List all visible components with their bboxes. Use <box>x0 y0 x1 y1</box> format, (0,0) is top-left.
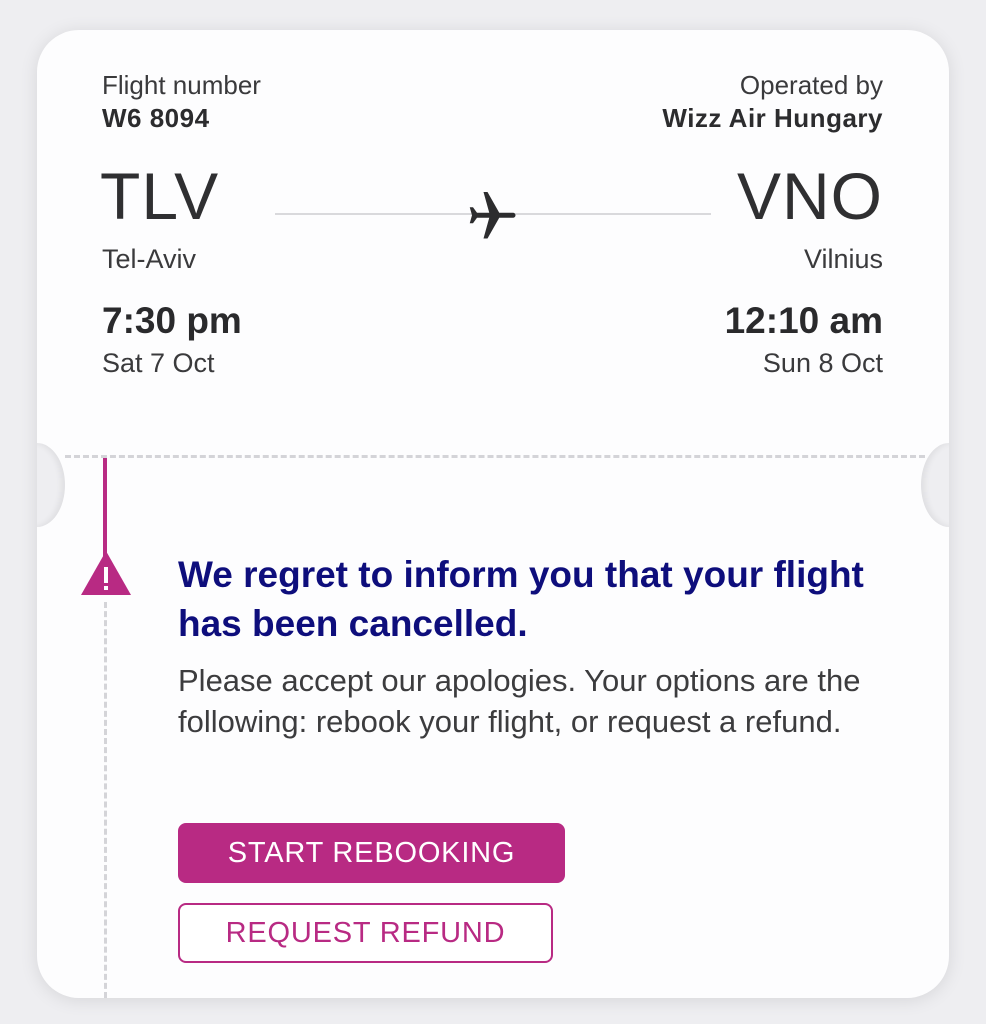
operator-name: Wizz Air Hungary <box>662 103 883 133</box>
destination-code: VNO <box>736 159 883 233</box>
arrival-date: Sun 8 Oct <box>762 348 883 378</box>
flight-number-label: Flight number <box>102 70 261 100</box>
ticket-notch-left <box>37 443 65 527</box>
flight-number: W6 8094 <box>102 103 210 133</box>
operator-label: Operated by <box>739 70 883 100</box>
airplane-icon <box>469 192 516 239</box>
origin-city: Tel-Aviv <box>102 244 197 274</box>
start-rebooking-button[interactable]: START REBOOKING <box>178 823 565 883</box>
ticket-divider <box>65 455 925 458</box>
arrival-time: 12:10 am <box>724 300 883 341</box>
warning-icon <box>81 551 131 595</box>
ticket-notch-right <box>921 443 949 527</box>
origin-code: TLV <box>100 159 220 233</box>
flight-card: Flight number W6 8094 Operated by Wizz A… <box>37 30 949 998</box>
departure-time: 7:30 pm <box>102 300 242 341</box>
destination-city: Vilnius <box>803 244 883 274</box>
cancellation-message: Please accept our apologies. Your option… <box>178 663 861 739</box>
timeline-dashed <box>104 602 107 998</box>
departure-date: Sat 7 Oct <box>102 348 215 378</box>
cancellation-title: We regret to inform you that your flight… <box>178 554 864 644</box>
request-refund-button[interactable]: REQUEST REFUND <box>178 903 553 963</box>
